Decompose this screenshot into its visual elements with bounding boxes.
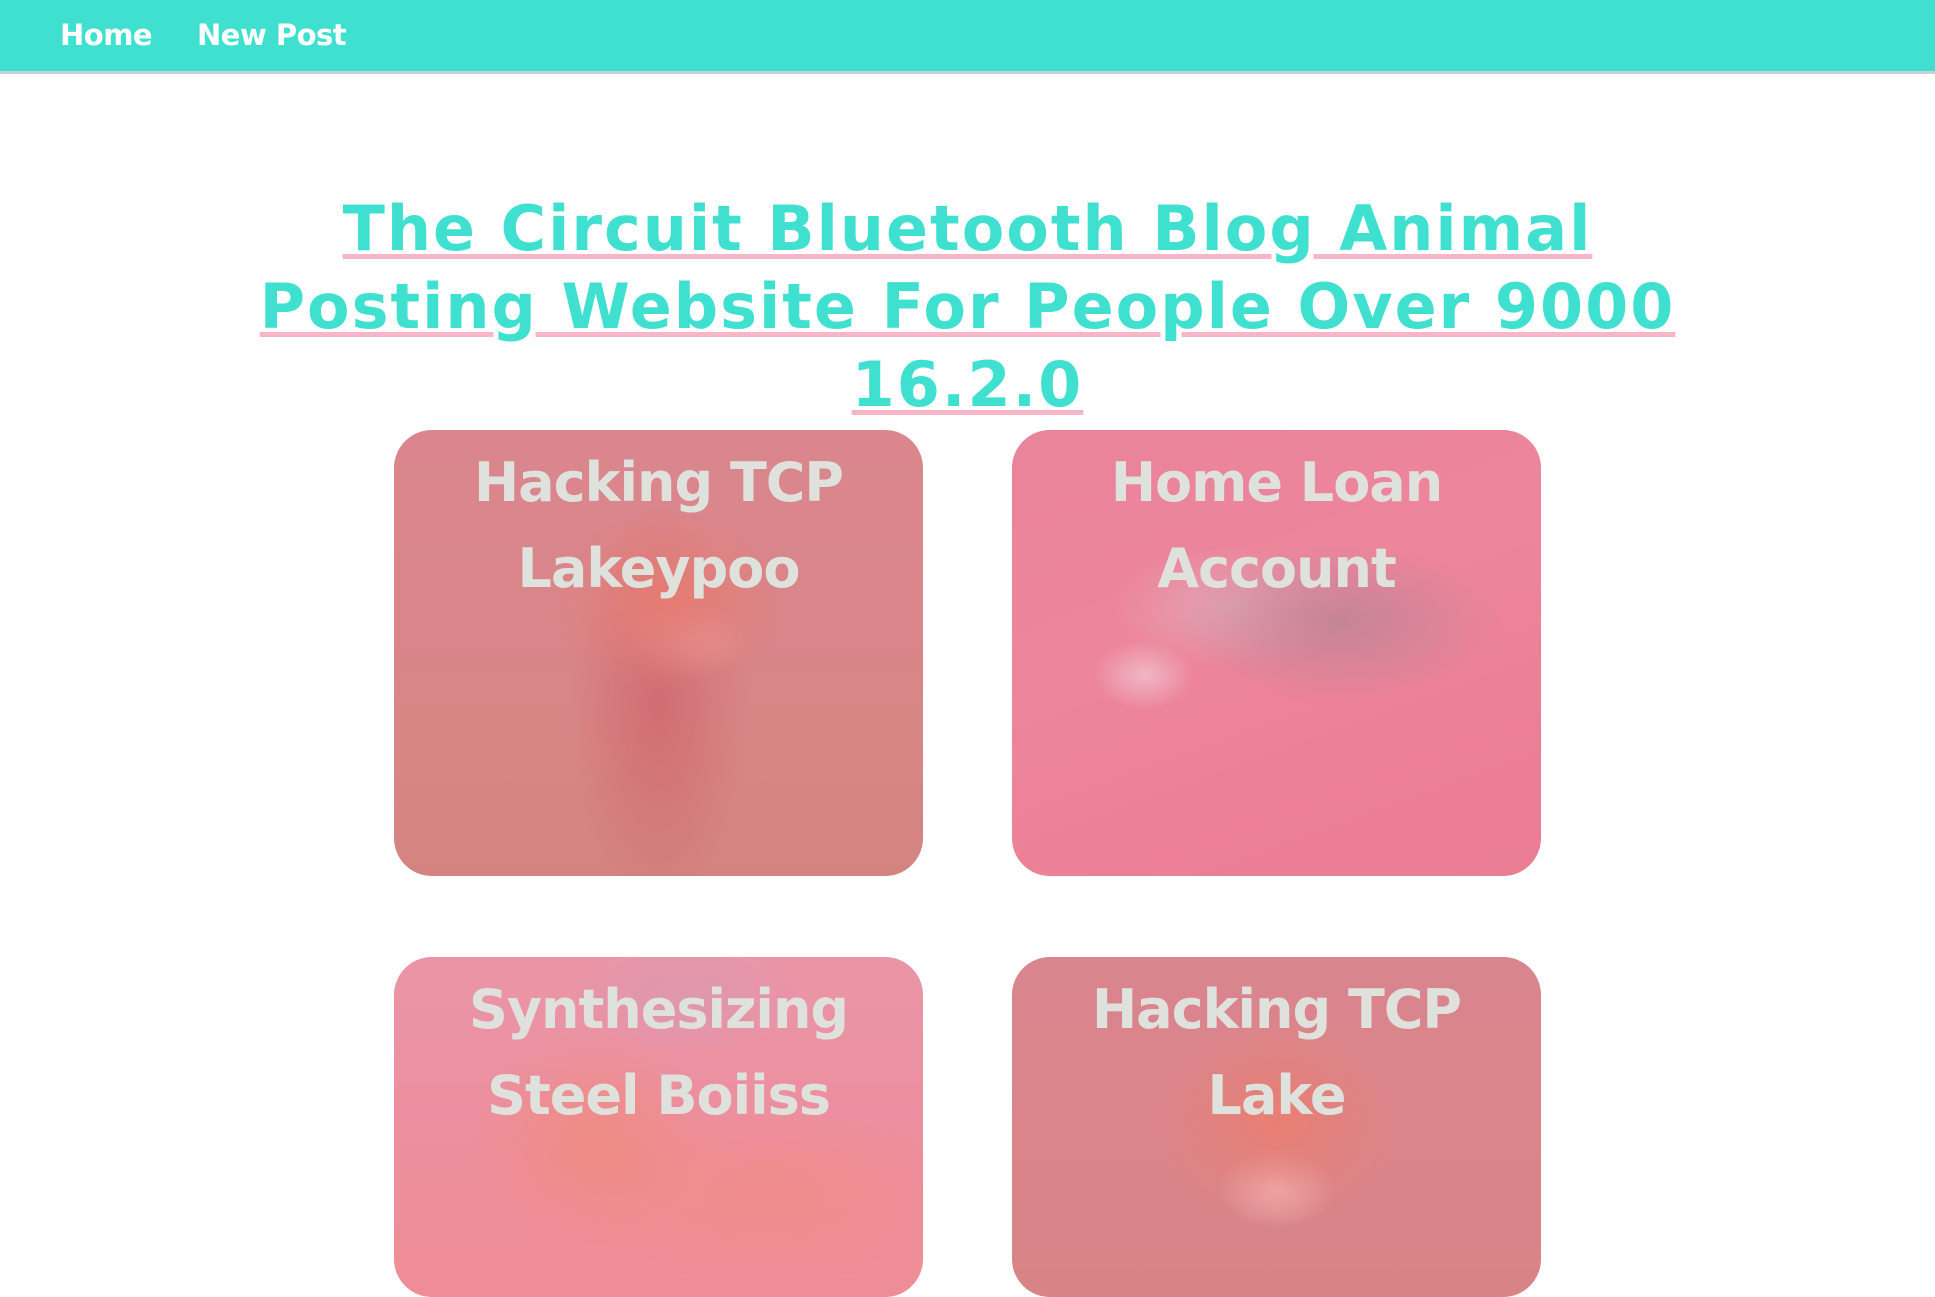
post-card-title: Home Loan Account (1110, 451, 1443, 600)
top-navbar: Home New Post (0, 0, 1935, 74)
post-card-title: Hacking TCP Lakeypoo (473, 451, 844, 600)
page-title-text[interactable]: The Circuit Bluetooth Blog Animal Postin… (260, 192, 1676, 421)
post-card-4[interactable]: Hacking TCP Lake (1012, 957, 1541, 1297)
nav-new-post-link[interactable]: New Post (197, 18, 347, 52)
post-card-1[interactable]: Hacking TCP Lakeypoo (394, 430, 923, 876)
post-card-3[interactable]: Synthesizing Steel Boiiss (394, 957, 923, 1297)
post-card-title: Hacking TCP Lake (1091, 978, 1462, 1127)
page-title: The Circuit Bluetooth Blog Animal Postin… (200, 190, 1735, 424)
nav-home-link[interactable]: Home (60, 18, 153, 52)
post-card-title: Synthesizing Steel Boiiss (468, 978, 849, 1127)
post-card-2[interactable]: Home Loan Account (1012, 430, 1541, 876)
